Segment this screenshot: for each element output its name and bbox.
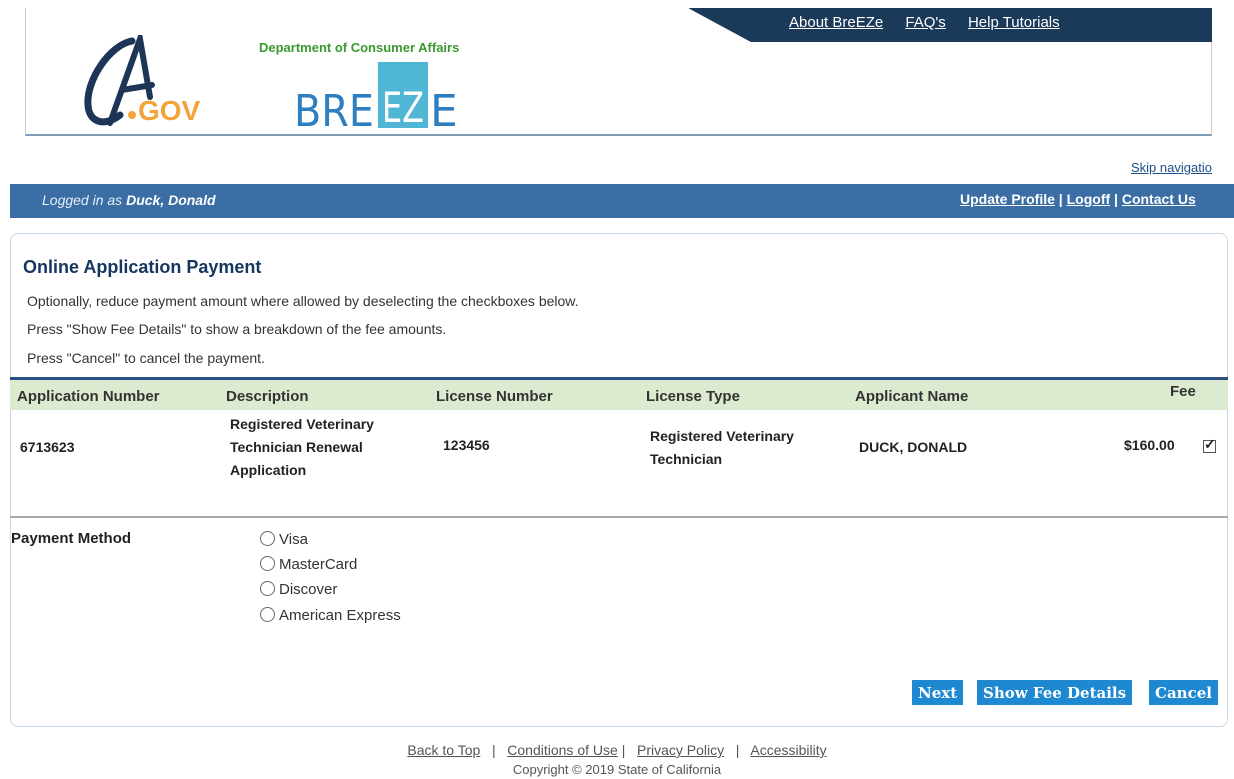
ca-gov-logo[interactable]: GOV [80, 35, 220, 130]
discover-radio[interactable] [260, 581, 275, 596]
logged-in-as: Logged in as Duck, Donald [42, 192, 216, 208]
description-line: Technician Renewal [230, 439, 363, 455]
american-express-radio[interactable] [260, 607, 275, 622]
ca-gov-logo-gov: GOV [138, 95, 201, 126]
conditions-of-use-link[interactable]: Conditions of Use [507, 742, 618, 758]
breeze-logo-bre: BRE [294, 86, 374, 128]
fee-select-checkbox[interactable] [1203, 436, 1216, 453]
show-fee-details-button[interactable]: Show Fee Details [977, 680, 1133, 705]
top-links: About BreEZe FAQ's Help Tutorials [789, 14, 1078, 31]
skip-navigation-link[interactable]: Skip navigatio [1131, 160, 1212, 175]
description-line: Registered Veterinary [230, 416, 374, 432]
payment-option-label: MasterCard [279, 556, 358, 573]
table-header: Application Number Description License N… [10, 380, 1228, 410]
footer-links: Back to Top | Conditions of Use | Privac… [0, 742, 1234, 758]
license-number-cell: 123456 [443, 437, 490, 453]
page-title: Online Application Payment [23, 257, 262, 277]
payment-option-visa[interactable]: Visa [260, 531, 308, 553]
applicant-name-cell: DUCK, DONALD [859, 439, 968, 455]
link-divider: | [728, 742, 748, 758]
breeze-logo[interactable]: BRE EZ E [294, 58, 464, 128]
privacy-policy-link[interactable]: Privacy Policy [637, 742, 724, 758]
fee-cell: $160.00 [1124, 437, 1175, 453]
dca-text: Department of Consumer Affairs [259, 40, 460, 55]
logged-in-user: Duck, Donald [126, 192, 216, 208]
instruction-text: Press "Show Fee Details" to show a break… [27, 321, 447, 337]
help-tutorials-link[interactable]: Help Tutorials [968, 14, 1060, 31]
link-divider: | [1058, 191, 1067, 207]
update-profile-link[interactable]: Update Profile [960, 191, 1055, 207]
logged-in-prefix: Logged in as [42, 192, 123, 208]
logoff-link[interactable]: Logoff [1067, 191, 1111, 207]
mastercard-radio[interactable] [260, 556, 275, 571]
payment-option-label: American Express [279, 607, 401, 624]
col-description: Description [226, 388, 309, 405]
col-fee: Fee [1170, 383, 1196, 400]
payment-option-label: Discover [279, 581, 338, 598]
col-license-number: License Number [436, 388, 553, 405]
payment-option-american-express[interactable]: American Express [260, 607, 401, 629]
account-links: Update Profile | Logoff | Contact Us [960, 191, 1196, 207]
payment-method-label: Payment Method [11, 530, 132, 547]
col-application-number: Application Number [17, 388, 160, 405]
visa-radio[interactable] [260, 531, 275, 546]
login-bar: Logged in as Duck, Donald Update Profile… [10, 184, 1234, 218]
link-divider: | [1114, 191, 1122, 207]
accessibility-link[interactable]: Accessibility [750, 742, 826, 758]
back-to-top-link[interactable]: Back to Top [407, 742, 480, 758]
col-applicant-name: Applicant Name [855, 388, 969, 405]
copyright: Copyright © 2019 State of California [512, 762, 722, 777]
next-button[interactable]: Next [912, 680, 964, 705]
application-number-cell: 6713623 [20, 439, 75, 455]
license-type-cell: Registered Veterinary Technician [650, 425, 794, 471]
cancel-button[interactable]: Cancel [1149, 680, 1218, 705]
link-divider: | [484, 742, 504, 758]
link-divider: | [621, 742, 634, 758]
instruction-text: Optionally, reduce payment amount where … [27, 293, 579, 309]
license-type-line: Technician [650, 451, 723, 467]
breeze-logo-ez: EZ [382, 83, 424, 128]
breeze-logo-e: E [430, 86, 458, 128]
ca-gov-logo-dot [128, 111, 136, 119]
faqs-link[interactable]: FAQ's [905, 14, 945, 31]
about-breeze-link[interactable]: About BreEZe [789, 14, 883, 31]
payment-option-label: Visa [279, 531, 308, 548]
payment-option-mastercard[interactable]: MasterCard [260, 556, 357, 578]
contact-us-link[interactable]: Contact Us [1122, 191, 1196, 207]
col-license-type: License Type [646, 388, 740, 405]
instruction-text: Press "Cancel" to cancel the payment. [27, 350, 265, 366]
description-cell: Registered Veterinary Technician Renewal… [230, 413, 374, 482]
description-line: Application [230, 462, 307, 478]
table-bottom-rule [10, 516, 1228, 518]
license-type-line: Registered Veterinary [650, 428, 794, 444]
payment-option-discover[interactable]: Discover [260, 581, 337, 603]
